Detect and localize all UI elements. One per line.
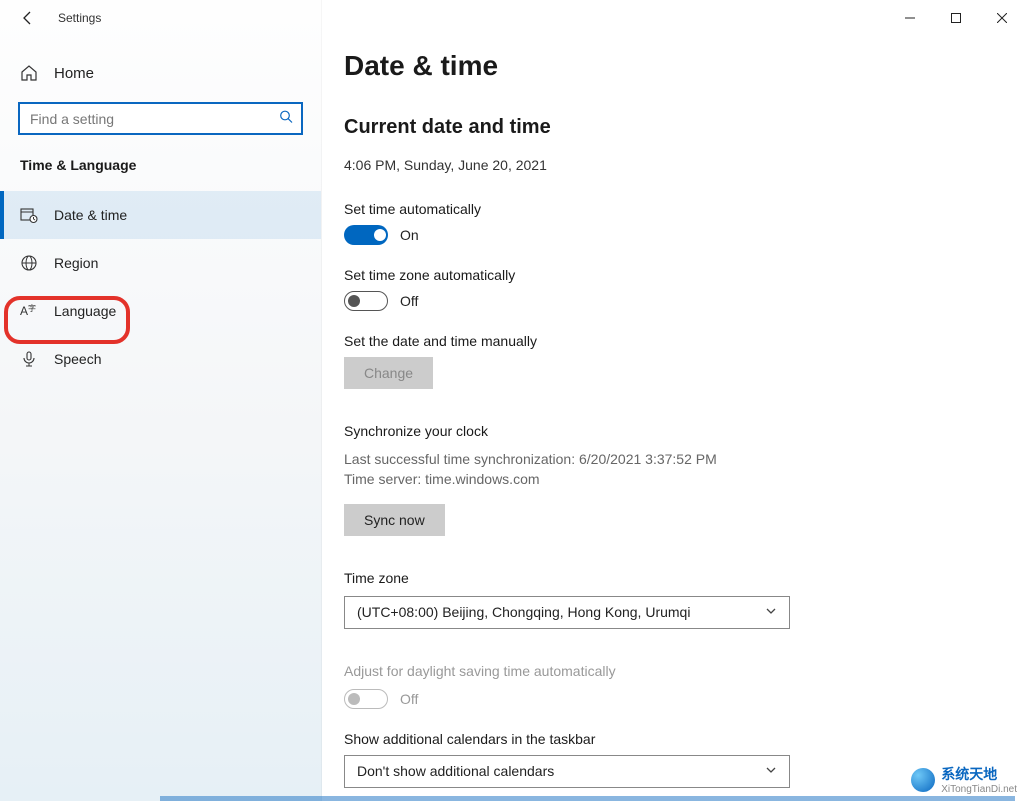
current-datetime-value: 4:06 PM, Sunday, June 20, 2021	[344, 157, 985, 173]
sidebar-item-label: Speech	[54, 351, 101, 367]
watermark-logo-icon	[911, 768, 935, 792]
set-time-auto-label: Set time automatically	[344, 201, 985, 217]
sidebar-item-language[interactable]: A字 Language	[0, 287, 321, 335]
timezone-select[interactable]: (UTC+08:00) Beijing, Chongqing, Hong Kon…	[344, 596, 790, 629]
last-sync-text: Last successful time synchronization: 6/…	[344, 449, 985, 469]
sync-now-button[interactable]: Sync now	[344, 504, 445, 536]
timezone-value: (UTC+08:00) Beijing, Chongqing, Hong Kon…	[357, 604, 690, 620]
sidebar: Home Time & Language Date & time Region …	[0, 0, 322, 801]
titlebar: Settings	[0, 0, 1025, 36]
close-button[interactable]	[979, 2, 1025, 34]
toggle-state-text: On	[400, 227, 419, 243]
daylight-label: Adjust for daylight saving time automati…	[344, 663, 985, 679]
sidebar-item-speech[interactable]: Speech	[0, 335, 321, 383]
window-title: Settings	[58, 11, 101, 25]
set-time-auto-toggle[interactable]	[344, 225, 388, 245]
minimize-button[interactable]	[887, 2, 933, 34]
svg-text:A: A	[20, 304, 28, 318]
scrollbar-bottom[interactable]	[160, 796, 1015, 801]
home-label: Home	[54, 65, 94, 82]
back-button[interactable]	[18, 8, 38, 28]
search-icon	[279, 109, 293, 128]
home-icon	[20, 64, 38, 82]
current-section-heading: Current date and time	[344, 116, 985, 139]
toggle-state-text: Off	[400, 691, 418, 707]
watermark: 系统天地 XiTongTianDi.net	[911, 764, 1017, 795]
watermark-line2: XiTongTianDi.net	[941, 784, 1017, 795]
change-button: Change	[344, 357, 433, 389]
time-server-text: Time server: time.windows.com	[344, 469, 985, 489]
sidebar-item-label: Region	[54, 255, 98, 271]
daylight-toggle	[344, 689, 388, 709]
chevron-down-icon	[765, 763, 777, 779]
home-nav-item[interactable]: Home	[0, 54, 321, 102]
sidebar-item-region[interactable]: Region	[0, 239, 321, 287]
svg-text:字: 字	[28, 303, 36, 313]
sidebar-item-label: Language	[54, 303, 116, 319]
main-content: Date & time Current date and time 4:06 P…	[322, 0, 1025, 801]
search-input[interactable]	[18, 102, 303, 135]
sidebar-item-date-time[interactable]: Date & time	[0, 191, 321, 239]
sync-heading: Synchronize your clock	[344, 423, 985, 439]
microphone-icon	[20, 350, 38, 368]
timezone-label: Time zone	[344, 570, 985, 586]
calendars-value: Don't show additional calendars	[357, 763, 554, 779]
sidebar-section-title: Time & Language	[0, 157, 321, 191]
watermark-line1: 系统天地	[941, 764, 1017, 784]
maximize-button[interactable]	[933, 2, 979, 34]
chevron-down-icon	[765, 604, 777, 620]
calendar-clock-icon	[20, 206, 38, 224]
manual-label: Set the date and time manually	[344, 333, 985, 349]
globe-icon	[20, 254, 38, 272]
calendars-label: Show additional calendars in the taskbar	[344, 731, 985, 747]
sidebar-item-label: Date & time	[54, 207, 127, 223]
page-title: Date & time	[344, 50, 985, 82]
set-tz-auto-label: Set time zone automatically	[344, 267, 985, 283]
language-icon: A字	[20, 302, 38, 320]
toggle-state-text: Off	[400, 293, 418, 309]
set-tz-auto-toggle[interactable]	[344, 291, 388, 311]
calendars-select[interactable]: Don't show additional calendars	[344, 755, 790, 788]
